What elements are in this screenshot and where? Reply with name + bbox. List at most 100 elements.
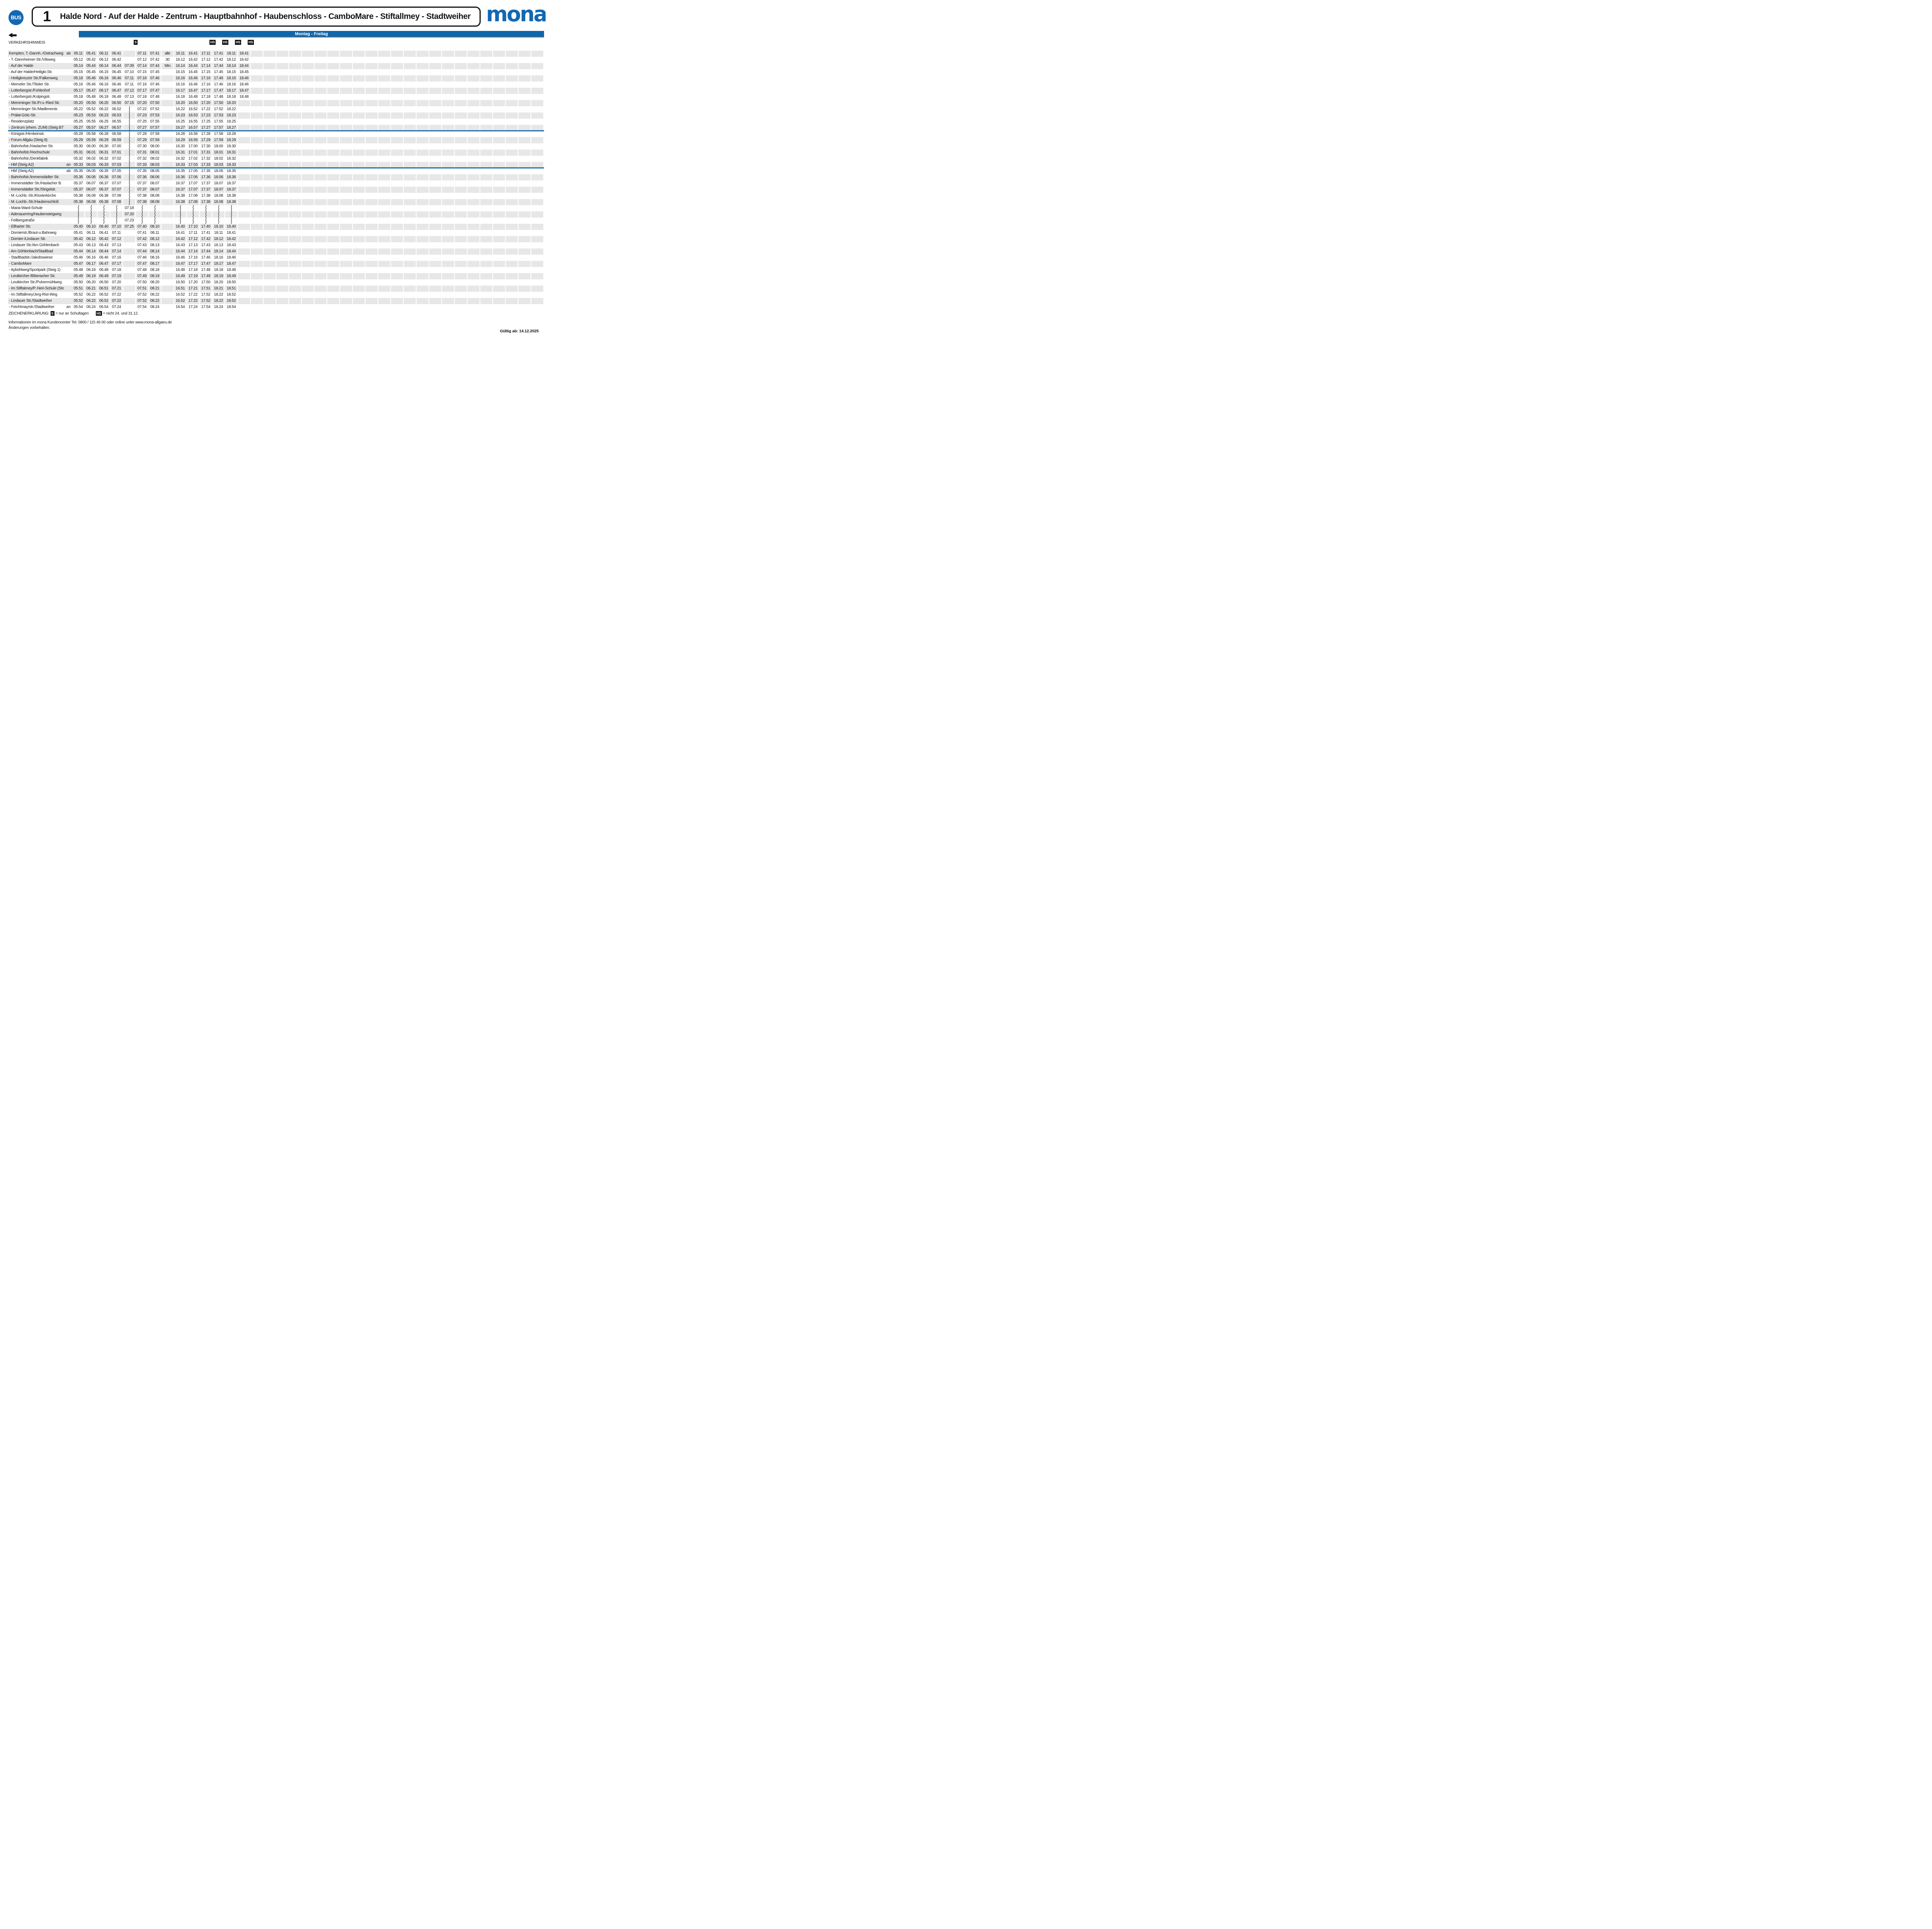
time-cell <box>455 304 467 310</box>
stop-tag <box>64 292 72 298</box>
time-cell: 06.47 <box>111 88 122 94</box>
time-cell <box>366 286 378 292</box>
time-cell: 06.17 <box>98 88 110 94</box>
station-name: - Immenstädter Str./Strigelstr. <box>8 187 64 193</box>
time-cell <box>353 267 365 273</box>
time-cell: 06.00 <box>85 143 97 150</box>
time-cell <box>417 100 429 106</box>
time-cell <box>417 119 429 125</box>
time-cell <box>366 168 378 174</box>
time-cell <box>480 112 492 119</box>
time-cell <box>302 267 314 273</box>
station-name: - Immenstädter Str./Haslacher B. <box>8 180 64 187</box>
time-cell <box>519 63 531 69</box>
time-cell: 05.49 <box>72 273 84 279</box>
skip-squiggle-icon <box>123 174 135 180</box>
skip-squiggle-icon <box>98 211 110 218</box>
time-cell <box>315 286 327 292</box>
time-cell <box>506 298 518 304</box>
time-cell <box>391 236 403 242</box>
station-name: - Feichtmayrstr./Stadtweiher <box>8 304 64 310</box>
time-cell <box>238 267 250 273</box>
time-cell <box>251 168 263 174</box>
time-cell <box>302 236 314 242</box>
time-cell <box>480 187 492 193</box>
time-cell <box>404 180 416 187</box>
row-cells: 05.3806.0806.3807.0807.3808.0816.3817.08… <box>72 199 544 205</box>
time-cell <box>315 242 327 248</box>
time-cell <box>480 137 492 143</box>
time-cell <box>276 57 288 63</box>
time-cell <box>289 261 301 267</box>
time-cell <box>531 286 543 292</box>
time-cell: 06.22 <box>85 292 97 298</box>
time-cell <box>404 100 416 106</box>
time-cell: 18.24 <box>213 304 224 310</box>
time-cell: 05.41 <box>72 230 84 236</box>
skip-squiggle-icon <box>174 205 186 211</box>
stop-tag <box>64 180 72 187</box>
time-cell <box>238 137 250 143</box>
time-cell <box>238 242 250 248</box>
time-cell: 05.59 <box>85 137 97 143</box>
time-cell: 17.38 <box>200 193 212 199</box>
time-cell <box>327 94 339 100</box>
time-cell <box>327 205 339 211</box>
time-cell: 17.50 <box>213 100 224 106</box>
time-cell <box>519 236 531 242</box>
table-row: - Immenstädter Str./Haslacher B. 05.3706… <box>8 180 544 187</box>
time-cell <box>391 100 403 106</box>
time-cell: 18.08 <box>213 193 224 199</box>
time-cell <box>519 279 531 286</box>
time-cell <box>378 255 390 261</box>
time-cell: 07.37 <box>136 187 148 193</box>
time-cell <box>289 273 301 279</box>
time-cell <box>429 82 441 88</box>
time-cell <box>493 224 505 230</box>
time-cell <box>162 298 173 304</box>
time-cell <box>429 143 441 150</box>
time-cell <box>327 279 339 286</box>
time-cell <box>366 100 378 106</box>
time-cell <box>429 304 441 310</box>
time-cell <box>162 304 173 310</box>
time-cell <box>493 143 505 150</box>
time-cell: 07.17 <box>111 261 122 267</box>
time-cell <box>519 304 531 310</box>
time-cell <box>531 298 543 304</box>
time-cell <box>276 75 288 82</box>
time-cell <box>519 298 531 304</box>
time-cell: 17.00 <box>187 143 199 150</box>
time-cell <box>442 273 454 279</box>
time-cell <box>366 205 378 211</box>
time-cell <box>251 94 263 100</box>
time-cell <box>442 199 454 205</box>
time-cell <box>340 63 352 69</box>
time-cell: 07.38 <box>136 199 148 205</box>
time-cell: 16.46 <box>187 75 199 82</box>
time-cell <box>289 286 301 292</box>
time-cell <box>340 137 352 143</box>
time-cell <box>442 51 454 57</box>
time-cell <box>251 193 263 199</box>
time-cell: 07.12 <box>136 57 148 63</box>
time-cell <box>302 69 314 75</box>
time-cell <box>276 248 288 255</box>
station-name: - Lotterbergstr./Kolpingstr. <box>8 94 64 100</box>
time-cell <box>429 94 441 100</box>
time-cell <box>353 168 365 174</box>
line-number: 1 <box>43 9 51 24</box>
time-cell: 08.06 <box>149 174 161 180</box>
arrow-shaft <box>12 34 17 36</box>
time-cell: 16.22 <box>174 106 186 112</box>
time-cell: 07.15 <box>123 100 135 106</box>
time-cell: 06.23 <box>98 112 110 119</box>
holiday-marker: HS <box>222 40 228 45</box>
time-cell <box>442 255 454 261</box>
time-cell <box>289 248 301 255</box>
time-cell: 05.37 <box>72 187 84 193</box>
time-cell <box>315 261 327 267</box>
station-name: - Am Göhlenbach/Stadtbad <box>8 248 64 255</box>
time-cell <box>276 131 288 137</box>
time-cell <box>315 236 327 242</box>
